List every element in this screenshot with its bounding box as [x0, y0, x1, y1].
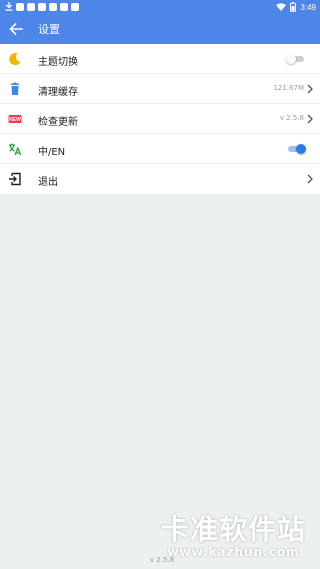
settings-item-logout[interactable]: 退出 — [0, 164, 320, 194]
status-bar-notifications — [5, 2, 79, 11]
status-time: 3:49 — [300, 2, 316, 12]
settings-item-label: 退出 — [38, 177, 58, 188]
notification-icon — [49, 2, 57, 11]
status-bar: 3:49 — [0, 0, 320, 14]
watermark-text: 卡准软件站 — [160, 513, 306, 546]
chevron-right-icon — [307, 84, 313, 94]
battery-icon — [290, 2, 297, 12]
download-icon — [5, 2, 13, 11]
arrow-left-icon[interactable] — [9, 22, 23, 36]
logout-icon — [9, 172, 21, 186]
settings-item-theme[interactable]: 主题切换 — [0, 44, 320, 74]
new-badge-icon: NEW — [8, 115, 22, 123]
notification-icon — [16, 2, 24, 11]
watermark-url: www.kazhun.com — [167, 545, 300, 559]
settings-item-language[interactable]: 中/EN — [0, 134, 320, 164]
settings-item-check-update[interactable]: NEW 检查更新 v 2.5.8 — [0, 104, 320, 134]
chevron-right-icon — [307, 114, 313, 124]
settings-list: 主题切换 清理缓存 121.67M NEW 检查更新 v 2.5.8 中/EN … — [0, 44, 320, 194]
new-badge-text: NEW — [9, 117, 21, 123]
app-bar: 设置 — [0, 14, 320, 44]
moon-icon — [9, 53, 21, 66]
status-bar-system: 3:49 — [276, 0, 316, 14]
watermark: 卡准软件站 www.kazhun.com — [160, 513, 306, 560]
footer-version: v 2.5.8 — [150, 556, 175, 564]
wifi-icon — [276, 3, 287, 11]
notification-icon — [38, 2, 46, 11]
notification-icon — [71, 2, 79, 11]
chevron-right-icon — [307, 174, 313, 184]
theme-toggle[interactable] — [286, 54, 306, 64]
notification-icon — [60, 2, 68, 11]
translate-icon — [9, 143, 22, 156]
settings-item-label: 检查更新 — [38, 117, 78, 128]
trash-icon — [11, 82, 19, 95]
settings-item-clear-cache[interactable]: 清理缓存 121.67M — [0, 74, 320, 104]
language-toggle[interactable] — [286, 144, 306, 154]
settings-item-label: 主题切换 — [38, 57, 78, 68]
notification-icon — [27, 2, 35, 11]
settings-item-label: 中/EN — [38, 147, 66, 158]
cache-size: 121.67M — [273, 84, 304, 92]
page-title: 设置 — [38, 23, 60, 36]
app-version: v 2.5.8 — [279, 114, 304, 122]
settings-item-label: 清理缓存 — [38, 87, 78, 98]
